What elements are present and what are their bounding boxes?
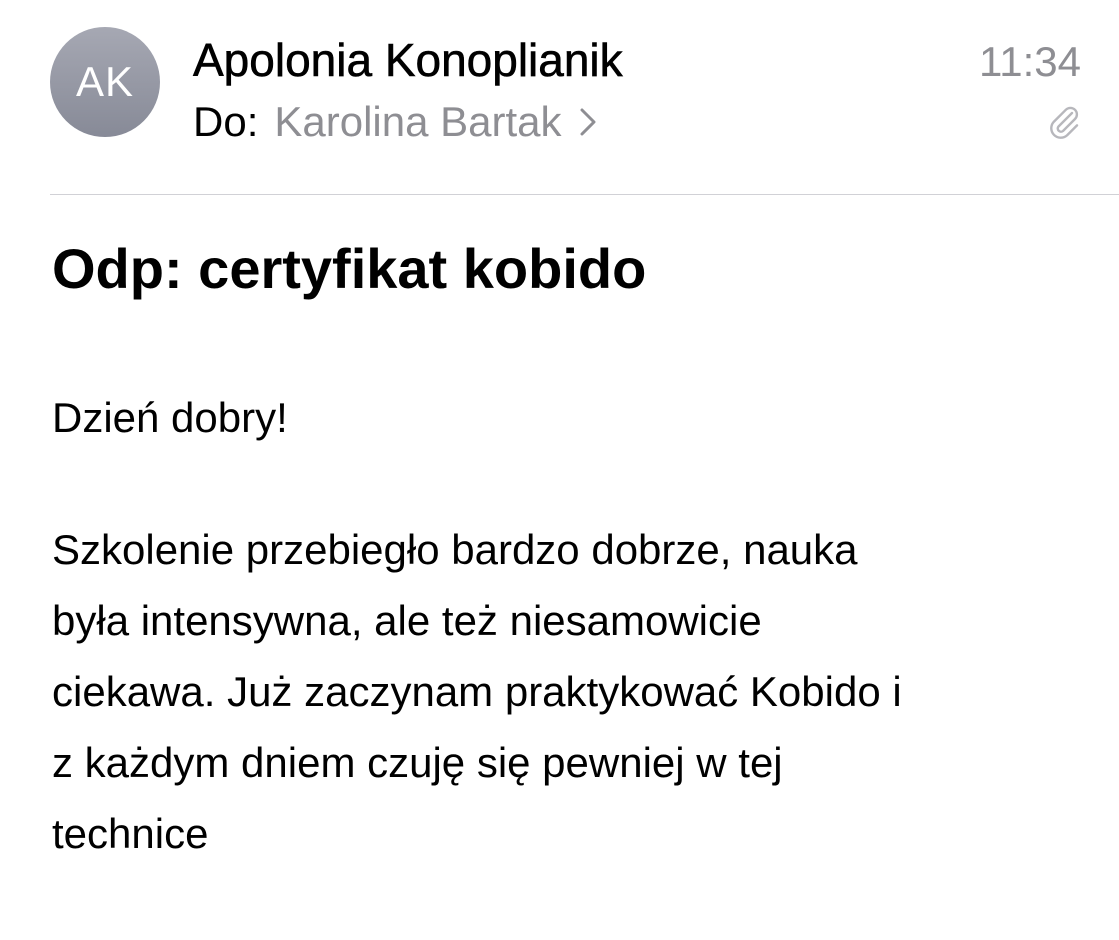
- message-subject: Odp: certyfikat kobido: [52, 237, 647, 300]
- body-line: ciekawa. Już zaczynam praktykować Kobido…: [52, 668, 902, 715]
- chevron-right-icon[interactable]: [580, 108, 596, 136]
- body-line: Szkolenie przebiegło bardzo dobrze, nauk…: [52, 526, 858, 573]
- to-label: Do:: [193, 98, 259, 145]
- avatar-initials: AK: [75, 58, 135, 105]
- body-line: technice: [52, 810, 209, 857]
- sender-name[interactable]: Apolonia Konoplianik: [193, 33, 623, 87]
- body-line: była intensywna, ale też niesamowicie: [52, 597, 762, 644]
- recipient-name[interactable]: Karolina Bartak: [274, 98, 561, 146]
- body-line: z każdym dniem czuję się pewniej w tej: [52, 739, 783, 786]
- message-body: Szkolenie przebiegło bardzo dobrze, nauk…: [52, 514, 1102, 869]
- paperclip-icon[interactable]: [1045, 103, 1081, 139]
- header-divider: [50, 194, 1119, 195]
- recipient-row[interactable]: Do: Karolina Bartak: [193, 98, 596, 146]
- message-time: 11:34: [979, 38, 1081, 85]
- sender-avatar[interactable]: AK: [50, 27, 160, 137]
- message-greeting: Dzień dobry!: [52, 394, 288, 441]
